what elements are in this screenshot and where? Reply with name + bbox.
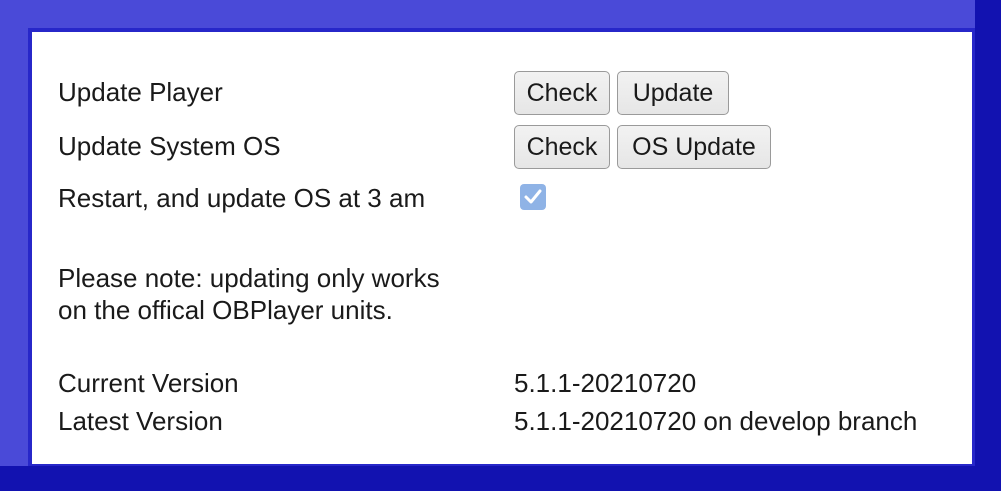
check-player-button[interactable]: Check bbox=[514, 71, 610, 115]
restart-label: Restart, and update OS at 3 am bbox=[58, 183, 426, 213]
os-update-button[interactable]: OS Update bbox=[617, 125, 771, 169]
frame-edge-bottom bbox=[0, 466, 1001, 491]
update-player-label: Update Player bbox=[58, 77, 223, 107]
frame-edge-top bbox=[0, 0, 1001, 28]
update-player-button[interactable]: Update bbox=[617, 71, 729, 115]
frame-edge-left bbox=[0, 0, 28, 491]
current-version-label: Current Version bbox=[58, 368, 239, 398]
latest-version-value: 5.1.1-20210720 on develop branch bbox=[514, 406, 918, 436]
latest-version-label: Latest Version bbox=[58, 406, 223, 436]
frame-edge-right bbox=[975, 0, 1001, 491]
note-line-1: Please note: updating only works bbox=[58, 263, 440, 293]
check-os-button[interactable]: Check bbox=[514, 125, 610, 169]
note-line-2: on the offical OBPlayer units. bbox=[58, 295, 393, 325]
restart-checkbox[interactable] bbox=[520, 184, 546, 210]
update-os-label: Update System OS bbox=[58, 131, 281, 161]
current-version-value: 5.1.1-20210720 bbox=[514, 368, 697, 398]
checkmark-icon bbox=[524, 189, 542, 204]
